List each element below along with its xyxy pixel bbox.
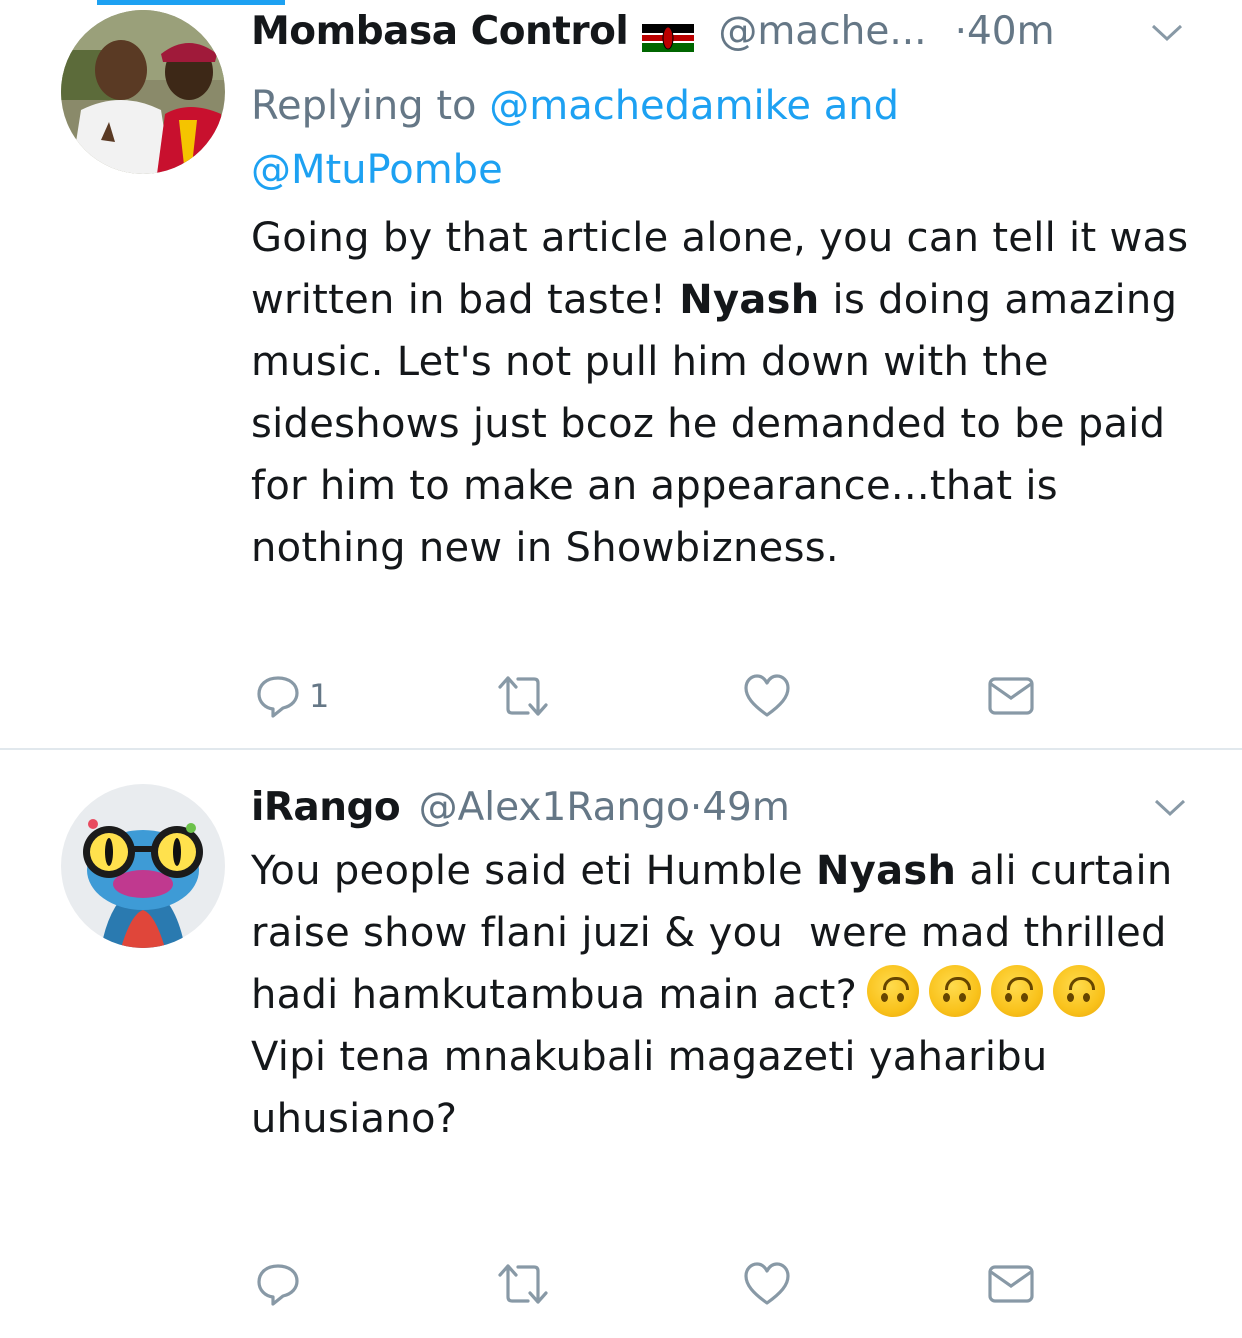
reply-button[interactable] [255,1254,309,1314]
timestamp[interactable]: 40m [967,9,1055,54]
replying-to: Replying to @machedamike and @MtuPombe [251,74,1211,202]
upside-down-face-icon [991,965,1044,1017]
reply-icon [257,1264,299,1306]
kenya-flag-icon [642,16,695,52]
display-name[interactable]: Mombasa Control [251,9,629,54]
heart-icon [744,1262,790,1305]
like-button[interactable] [743,1254,791,1314]
retweet-button[interactable] [496,1254,550,1314]
upside-down-face-icon [1053,965,1106,1017]
tweet-header: iRango @Alex1Rango·49m [251,784,790,832]
tweet-header: Mombasa Control @mache... ·40m [251,8,1055,56]
avatar[interactable] [61,10,225,174]
separator-dot: · [689,785,703,830]
reply-mention[interactable]: @MtuPombe [251,147,503,193]
heart-icon [744,674,790,717]
tweet-text-part: You people said eti Humble [251,848,816,894]
chevron-down-icon[interactable] [1150,22,1184,44]
tweet-actions: 1 [0,666,1242,726]
reply-icon [257,676,299,718]
handle[interactable]: @mache... [718,9,926,54]
tweet[interactable]: iRango @Alex1Rango·49m You people said e… [0,750,1242,1338]
envelope-icon [988,1265,1034,1303]
upside-down-face-icon [867,965,920,1017]
highlighted-term: Nyash [815,848,957,894]
tweet[interactable]: Mombasa Control @mache... ·40m Replying t… [0,0,1242,748]
like-button[interactable] [743,666,791,726]
retweet-button[interactable] [496,666,550,726]
replying-label: Replying to [251,83,477,129]
display-name[interactable]: iRango [251,785,401,830]
direct-message-button[interactable] [988,1254,1034,1314]
avatar[interactable] [61,784,225,948]
highlighted-term: Nyash [679,277,820,323]
direct-message-button[interactable] [988,666,1034,726]
retweet-icon [498,1264,548,1304]
upside-down-face-icon [929,965,982,1017]
tweet-text: Going by that article alone, you can tel… [251,207,1201,579]
chevron-down-icon[interactable] [1153,797,1187,819]
retweet-icon [498,676,548,716]
reply-button[interactable]: 1 [255,666,329,726]
handle[interactable]: @Alex1Rango [419,785,690,830]
reply-mention[interactable]: @machedamike and [489,83,899,129]
separator-dot: · [954,9,967,54]
timestamp[interactable]: 49m [702,785,790,830]
tweet-text: You people said eti Humble Nyash ali cur… [251,840,1201,1150]
envelope-icon [988,677,1034,715]
reply-count: 1 [309,677,330,715]
tweet-text-part: Vipi tena mnakubali magazeti yaharibu uh… [251,1034,1048,1142]
tweet-actions [0,1254,1242,1314]
